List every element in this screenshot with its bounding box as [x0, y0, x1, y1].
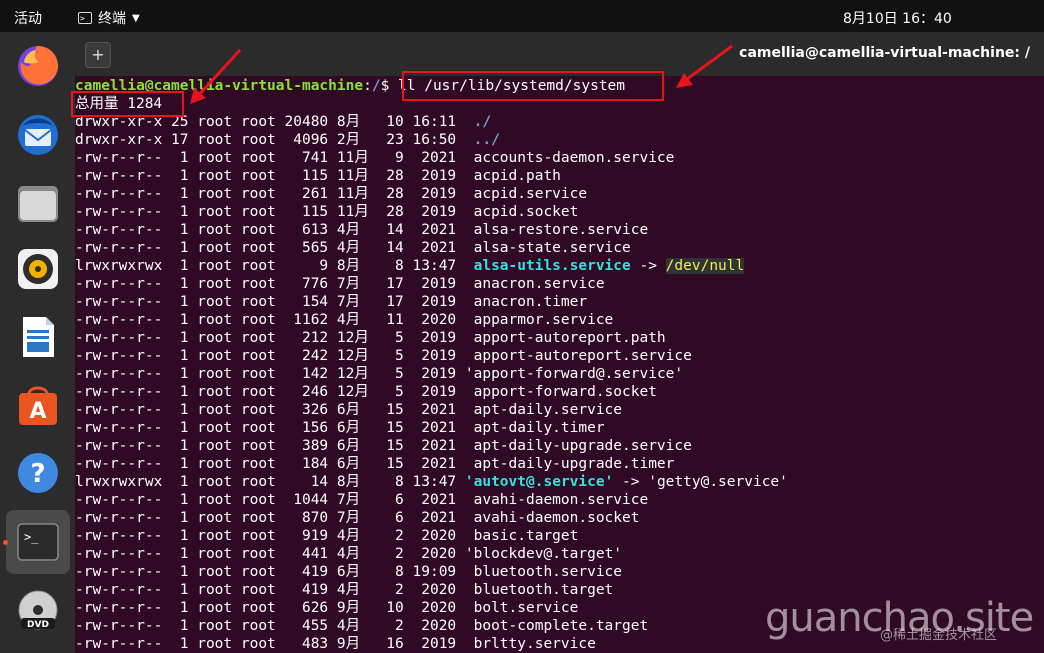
arrow-to-command [676, 44, 733, 88]
annotation-arrows [190, 44, 733, 104]
arrow-to-total [190, 48, 242, 104]
